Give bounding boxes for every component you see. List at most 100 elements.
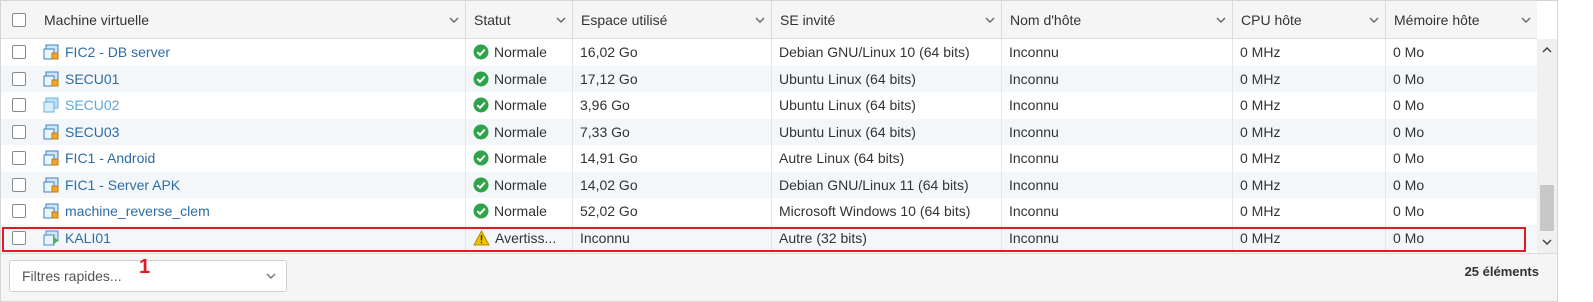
vm-name-link[interactable]: SECU03 (65, 124, 119, 140)
col-header-memory[interactable]: Mémoire hôte (1386, 1, 1537, 39)
table-row[interactable]: SECU03 Normale 7,33 Go Ubuntu Linux (64 bit… (1, 118, 1537, 146)
row-select-cell (1, 145, 36, 172)
space-value: Inconnu (580, 229, 630, 246)
table-row[interactable]: SECU01 Normale 17,12 Go Ubuntu Linux (64 bi… (1, 65, 1537, 92)
col-header-os[interactable]: SE invité (772, 1, 1002, 39)
col-header-label: Machine virtuelle (44, 12, 150, 28)
status-text: Normale (494, 97, 547, 114)
col-header-space[interactable]: Espace utilisé (573, 1, 772, 39)
row-checkbox[interactable] (11, 98, 26, 113)
host-value: Inconnu (1009, 44, 1059, 61)
col-header-vm[interactable]: Machine virtuelle (36, 1, 466, 39)
table-row[interactable]: FIC1 - Android Normale 14,91 Go Autre Linux… (1, 145, 1537, 172)
cell-name: FIC1 - Server APK (36, 171, 466, 198)
vm-name-link[interactable]: SECU01 (65, 71, 119, 87)
cell-space: 17,12 Go (573, 65, 772, 92)
row-select-cell (1, 172, 36, 199)
col-header-label: CPU hôte (1241, 12, 1302, 28)
status-text: Normale (494, 150, 547, 167)
chevron-down-icon[interactable] (749, 17, 771, 23)
col-header-label: Espace utilisé (581, 12, 668, 28)
row-checkbox[interactable] (11, 45, 26, 60)
os-value: Debian GNU/Linux 11 (64 bits) (779, 176, 969, 193)
col-header-hostname[interactable]: Nom d'hôte (1002, 1, 1233, 39)
cell-name: SECU02 (36, 92, 466, 119)
space-value: 7,33 Go (580, 123, 630, 140)
table-row[interactable]: FIC2 - DB server Normale 16,02 Go Debian GN… (1, 39, 1537, 66)
vm-name-link[interactable]: FIC1 - Android (65, 150, 155, 166)
scroll-down-icon[interactable] (1537, 233, 1557, 251)
row-checkbox[interactable] (11, 71, 26, 86)
scrollbar-thumb[interactable] (1540, 185, 1554, 231)
cpu-value: 0 MHz (1240, 203, 1281, 220)
vm-name-link[interactable]: FIC1 - Server APK (65, 177, 180, 193)
vm-name-link[interactable]: FIC2 - DB server (65, 44, 170, 60)
vm-name-link[interactable]: KALI01 (65, 230, 111, 246)
cell-space: Inconnu (573, 224, 772, 251)
vm-warning-icon (43, 230, 59, 246)
vm-template-icon (43, 97, 59, 113)
cell-name: SECU03 (36, 118, 466, 145)
mem-value: 0 Mo (1393, 176, 1425, 193)
vertical-scrollbar[interactable] (1537, 39, 1557, 253)
row-checkbox[interactable] (11, 124, 26, 139)
chevron-down-icon[interactable] (550, 17, 572, 23)
cell-mem: 0 Mo (1386, 145, 1537, 172)
row-checkbox[interactable] (11, 151, 26, 166)
status-ok-icon (473, 177, 489, 193)
col-header-label: Nom d'hôte (1010, 12, 1082, 28)
cell-host: Inconnu (1002, 92, 1233, 119)
cell-os: Debian GNU/Linux 10 (64 bits) (772, 39, 1002, 66)
status-text: Normale (494, 123, 547, 140)
cell-cpu: 0 MHz (1233, 145, 1386, 172)
vm-name-link[interactable]: machine_reverse_clem (65, 203, 210, 219)
row-checkbox[interactable] (11, 177, 26, 192)
os-value: Autre Linux (64 bits) (779, 150, 905, 167)
chevron-down-icon[interactable] (1363, 17, 1385, 23)
chevron-down-icon[interactable] (1210, 17, 1232, 23)
mem-value: 0 Mo (1393, 229, 1425, 246)
cell-space: 14,91 Go (573, 145, 772, 172)
row-checkbox[interactable] (11, 230, 26, 245)
cell-mem: 0 Mo (1386, 198, 1537, 225)
vm-icon (43, 71, 59, 87)
vm-name-link[interactable]: SECU02 (65, 97, 119, 113)
chevron-down-icon[interactable] (1515, 17, 1537, 23)
col-header-cpu[interactable]: CPU hôte (1233, 1, 1386, 39)
chevron-down-icon[interactable] (979, 17, 1001, 23)
col-header-status[interactable]: Statut (466, 1, 573, 39)
cell-mem: 0 Mo (1386, 119, 1537, 146)
table-row[interactable]: SECU02 Normale 3,96 Go Ubuntu Linux (64 bit… (1, 92, 1537, 119)
table-row[interactable]: FIC1 - Server APK Normale 14,02 Go Debian G… (1, 171, 1537, 199)
cell-host: Inconnu (1002, 39, 1233, 66)
vm-icon (43, 44, 59, 60)
chevron-down-icon[interactable] (256, 273, 286, 279)
status-ok-icon (473, 124, 489, 140)
mem-value: 0 Mo (1393, 97, 1425, 114)
space-value: 14,91 Go (580, 150, 638, 167)
table-row[interactable]: machine_reverse_clem Normale 52,02 Go Micro… (1, 198, 1537, 225)
chevron-down-icon[interactable] (443, 17, 465, 23)
cell-cpu: 0 MHz (1233, 118, 1386, 145)
cell-status: Normale (466, 65, 573, 92)
cell-status: Normale (466, 171, 573, 198)
select-all-checkbox[interactable] (11, 12, 26, 27)
status-ok-icon (473, 150, 489, 166)
row-checkbox[interactable] (11, 204, 26, 219)
row-select-cell (1, 39, 36, 66)
vm-grid: Machine virtuelle Statut Espace utilisé … (0, 0, 1558, 302)
status-ok-icon (473, 97, 489, 113)
cpu-value: 0 MHz (1240, 229, 1281, 246)
mem-value: 0 Mo (1393, 203, 1425, 220)
status-text: Normale (494, 44, 547, 61)
vm-icon (43, 150, 59, 166)
cell-host: Inconnu (1002, 145, 1233, 172)
cell-os: Ubuntu Linux (64 bits) (772, 65, 1002, 92)
status-ok-icon (473, 203, 489, 219)
scroll-up-icon[interactable] (1537, 41, 1557, 59)
cpu-value: 0 MHz (1240, 70, 1281, 87)
space-value: 17,12 Go (580, 70, 638, 87)
table-row[interactable]: KALI01 Avertiss... Inconnu Autre (32 bits) I… (1, 224, 1537, 251)
status-ok-icon (473, 44, 489, 60)
host-value: Inconnu (1009, 123, 1059, 140)
